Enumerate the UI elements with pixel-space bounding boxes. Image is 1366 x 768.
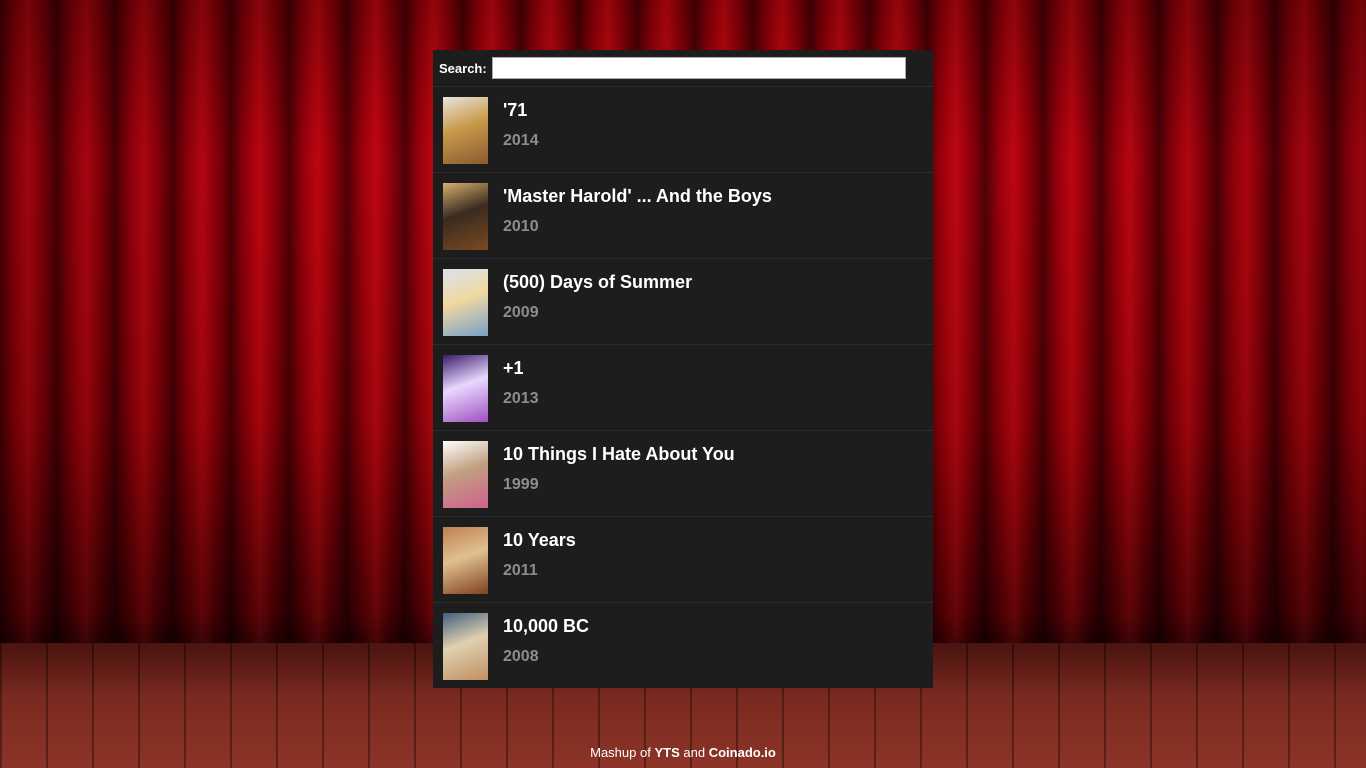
movie-year: 2011 [503, 562, 538, 579]
movie-title[interactable]: 10 Things I Hate About You [503, 444, 735, 465]
movie-title[interactable]: 10,000 BC [503, 616, 589, 637]
movie-poster[interactable] [443, 355, 488, 422]
movie-item[interactable]: 'Master Harold' ... And the Boys 2010 [433, 173, 933, 259]
movie-item[interactable]: 10,000 BC 2008 [433, 603, 933, 688]
coinado-link[interactable]: Coinado.io [709, 745, 776, 760]
movie-item[interactable]: +1 2013 [433, 345, 933, 431]
movie-item[interactable]: (500) Days of Summer 2009 [433, 259, 933, 345]
footer-and: and [683, 745, 706, 760]
search-label: Search: [439, 60, 487, 76]
movie-list: '71 2014 'Master Harold' ... And the Boy… [433, 87, 933, 688]
movie-poster[interactable] [443, 441, 488, 508]
movie-title[interactable]: 'Master Harold' ... And the Boys [503, 186, 772, 207]
movie-item[interactable]: 10 Things I Hate About You 1999 [433, 431, 933, 517]
movie-year: 2013 [503, 390, 539, 407]
movie-year: 2010 [503, 218, 539, 235]
movie-year: 2009 [503, 304, 539, 321]
movie-title[interactable]: '71 [503, 100, 527, 121]
movie-title[interactable]: +1 [503, 358, 524, 379]
movie-poster[interactable] [443, 269, 488, 336]
movie-year: 1999 [503, 476, 539, 493]
movie-poster[interactable] [443, 527, 488, 594]
movie-poster[interactable] [443, 613, 488, 680]
movie-poster[interactable] [443, 97, 488, 164]
yts-link[interactable]: YTS [654, 745, 679, 760]
search-bar: Search: [433, 50, 933, 87]
footer-prefix: Mashup of [590, 745, 651, 760]
movie-poster[interactable] [443, 183, 488, 250]
footer: Mashup of YTS and Coinado.io [0, 745, 1366, 760]
movie-year: 2008 [503, 648, 539, 665]
movie-title[interactable]: 10 Years [503, 530, 576, 551]
movie-panel: Search: '71 2014 'Master Harold' ... And… [433, 50, 933, 688]
movie-item[interactable]: '71 2014 [433, 87, 933, 173]
movie-title[interactable]: (500) Days of Summer [503, 272, 692, 293]
search-input[interactable] [491, 57, 906, 79]
movie-item[interactable]: 10 Years 2011 [433, 517, 933, 603]
movie-year: 2014 [503, 132, 539, 149]
